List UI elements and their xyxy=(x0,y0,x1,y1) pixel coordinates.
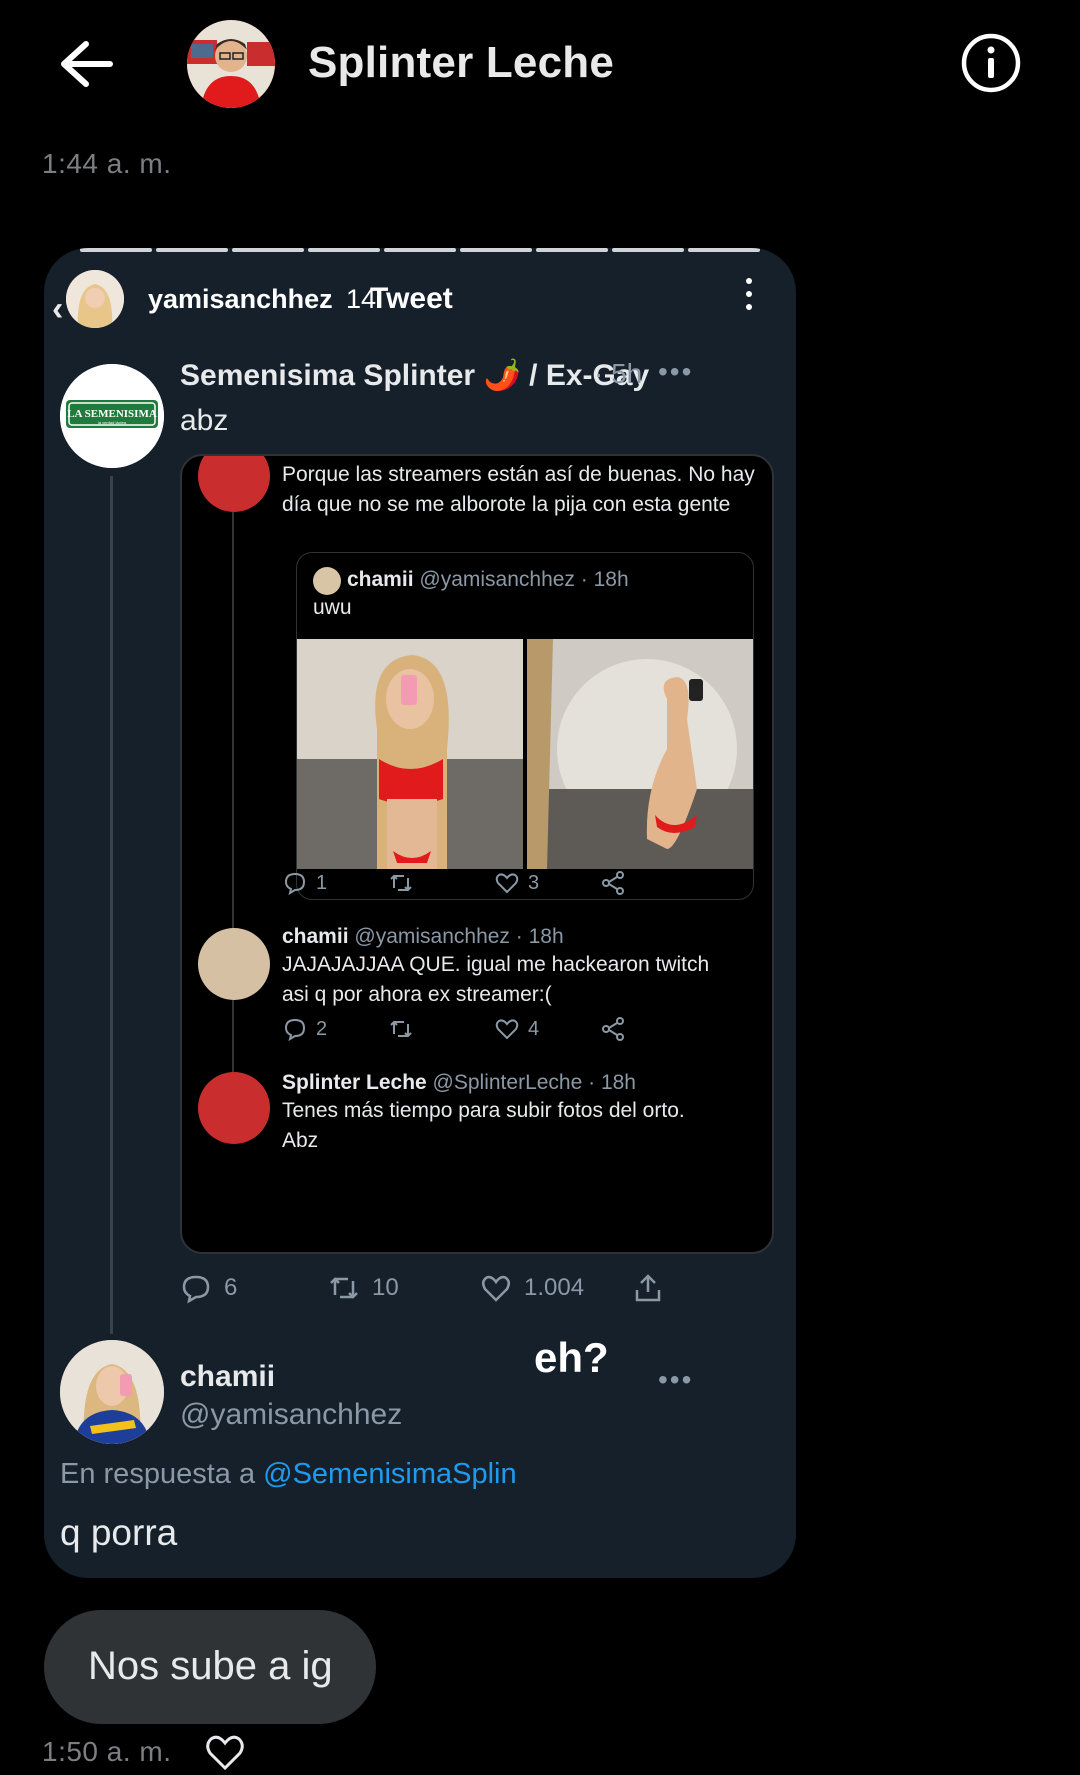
message-text: Nos sube a ig xyxy=(88,1644,333,1688)
avatar xyxy=(198,1072,270,1144)
chamii-avatar xyxy=(60,1340,164,1444)
heart-icon xyxy=(495,873,519,894)
avatar xyxy=(313,567,341,595)
overlay-note: eh? xyxy=(534,1334,609,1381)
info-icon xyxy=(961,33,1021,93)
in-reply-to: En respuesta a @SemenisimaSplin xyxy=(60,1458,517,1490)
retweet-icon xyxy=(390,874,412,892)
reply-author-handle: @yamisanchhez xyxy=(180,1398,403,1431)
contact-avatar[interactable] xyxy=(187,20,275,108)
share-action xyxy=(632,1272,664,1304)
reply-count: 6 xyxy=(180,1272,237,1304)
heart-icon xyxy=(482,1275,510,1302)
avatar xyxy=(198,928,270,1000)
story-username: yamisanchhez xyxy=(148,284,333,314)
back-button[interactable] xyxy=(56,38,116,90)
reply-name: Splinter Leche xyxy=(282,1071,427,1094)
reply-icon xyxy=(182,1275,210,1304)
embedded-top-text: Porque las streamers están así de buenas… xyxy=(282,463,755,516)
thread-line xyxy=(110,476,113,1334)
quote-name: chamii xyxy=(347,568,414,591)
reply-action: 1 xyxy=(282,870,327,896)
message-timestamp: 1:44 a. m. xyxy=(42,148,172,179)
like-count: 1.004 xyxy=(480,1272,584,1304)
logo-text: LA SEMENISIMA xyxy=(67,408,157,420)
quote-tweet: chamii @yamisanchhez · 18h uwu xyxy=(296,552,754,900)
tweet-image: Porque las streamers están así de buenas… xyxy=(180,454,774,1254)
info-button[interactable] xyxy=(960,32,1022,94)
more-icon: ••• xyxy=(658,356,694,387)
reply-tweet-text: q porra xyxy=(60,1512,178,1553)
avatar xyxy=(198,456,270,512)
share-action xyxy=(600,1016,626,1042)
svg-text:la verdad láctea: la verdad láctea xyxy=(98,420,127,425)
retweet-action xyxy=(388,870,414,896)
message-timestamp: 1:50 a. m. xyxy=(42,1736,172,1767)
quote-text: uwu xyxy=(313,596,352,619)
reply-text: Tenes más tiempo para subir fotos del or… xyxy=(282,1099,685,1152)
retweet-icon xyxy=(330,1277,358,1299)
pepper-emoji: 🌶️ xyxy=(483,359,521,392)
avatar-photo xyxy=(187,20,275,108)
reply-handle: @yamisanchhez · 18h xyxy=(354,925,564,948)
share-icon xyxy=(602,871,624,895)
share-action xyxy=(600,870,626,896)
chat-title: Splinter Leche xyxy=(308,38,614,87)
thread-line xyxy=(232,512,234,1092)
like-action: 4 xyxy=(494,1016,539,1042)
story-avatar xyxy=(66,270,124,328)
semenisima-avatar: LA SEMENISIMA la verdad láctea xyxy=(60,364,164,468)
more-vertical-icon xyxy=(744,278,754,318)
tweet-text: abz xyxy=(180,404,229,437)
chevron-left-icon: ‹ xyxy=(52,290,64,328)
retweet-icon xyxy=(390,1020,412,1038)
arrow-left-icon xyxy=(61,41,113,87)
heart-icon xyxy=(206,1735,244,1771)
share-icon xyxy=(602,1017,624,1041)
reply-handle: @SplinterLeche · 18h xyxy=(432,1071,636,1094)
story-overlay-title: Tweet xyxy=(370,282,453,315)
more-icon: ••• xyxy=(658,1364,694,1395)
reply-action: 2 xyxy=(282,1016,327,1042)
retweet-count: 10 xyxy=(328,1272,399,1304)
tweet-author: Semenisima Splinter 🌶️ / Ex-Gay xyxy=(180,359,650,392)
story-progress-bars xyxy=(80,248,760,253)
share-icon xyxy=(635,1274,661,1302)
reply-author-name: chamii xyxy=(180,1360,276,1393)
like-action: 3 xyxy=(494,870,539,896)
reply-icon xyxy=(284,872,306,896)
photo-left xyxy=(297,639,523,869)
heart-icon xyxy=(495,1019,519,1040)
shared-screenshot-image[interactable]: ‹ yamisanchhez 1 4 Tweet LA SEMENISIMA la… xyxy=(44,248,796,1578)
reply-name: chamii xyxy=(282,925,349,948)
like-message-button[interactable] xyxy=(204,1734,246,1771)
reply-icon xyxy=(284,1018,306,1042)
mention-link: @SemenisimaSplin xyxy=(263,1458,517,1490)
photo-right xyxy=(527,639,753,869)
reply-text: JAJAJAJJAA QUE. igual me hackearon twitc… xyxy=(282,953,710,1006)
tweet-time: · 5h xyxy=(594,358,643,389)
quote-handle: @yamisanchhez · 18h xyxy=(419,568,629,591)
retweet-action xyxy=(388,1016,414,1042)
